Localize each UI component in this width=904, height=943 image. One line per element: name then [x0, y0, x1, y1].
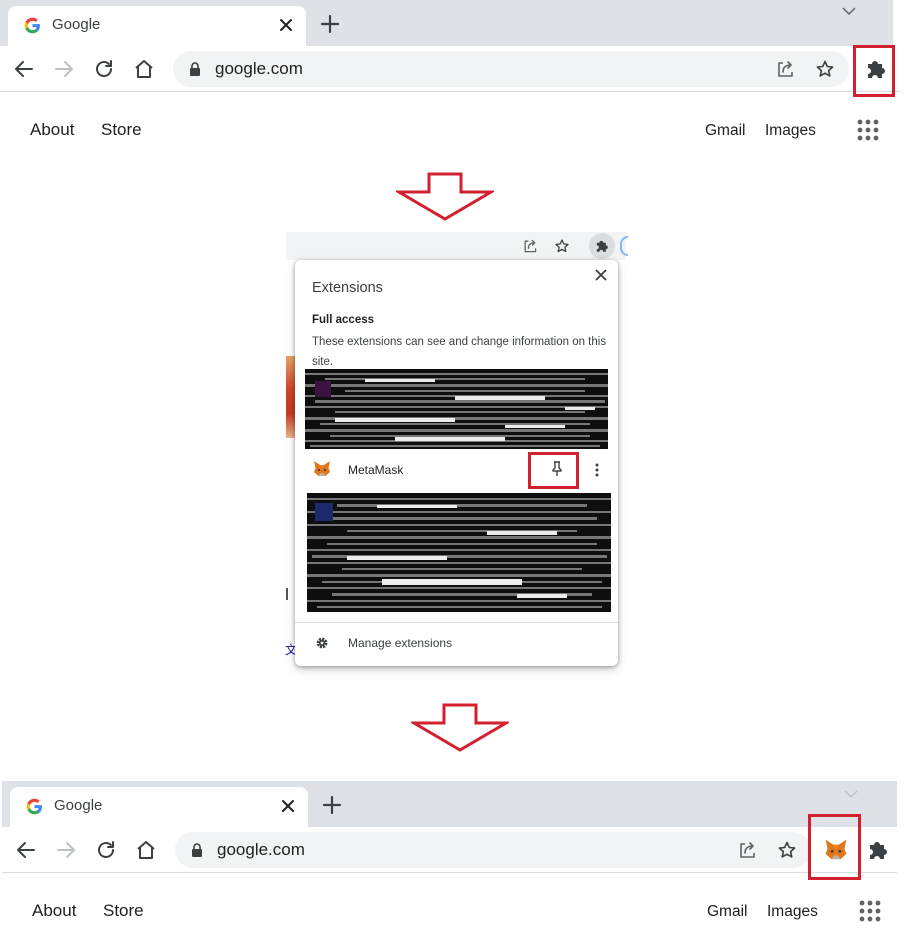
home-icon[interactable] [133, 58, 155, 80]
toolbar: google.com [2, 827, 897, 873]
about-link[interactable]: About [32, 901, 76, 921]
background-text-sliver [286, 588, 290, 600]
puzzle-icon[interactable] [864, 836, 892, 864]
bottom-browser-window: Google google.com About Store Gmail Imag… [2, 781, 902, 943]
url-text[interactable]: google.com [217, 840, 305, 860]
reload-icon[interactable] [95, 839, 117, 861]
puzzle-button-active [589, 233, 615, 259]
tab-google[interactable]: Google [10, 787, 308, 827]
share-icon[interactable] [775, 59, 795, 79]
close-icon[interactable] [595, 269, 607, 281]
store-link[interactable]: Store [101, 120, 142, 140]
gmail-link[interactable]: Gmail [707, 903, 747, 921]
metamask-highlight-box [808, 814, 861, 880]
images-link[interactable]: Images [767, 903, 818, 921]
gmail-link[interactable]: Gmail [705, 122, 745, 140]
lock-icon[interactable] [191, 843, 203, 857]
plus-icon[interactable] [320, 14, 340, 34]
star-icon [555, 239, 569, 253]
reload-icon[interactable] [93, 58, 115, 80]
omnibox[interactable]: google.com [175, 832, 811, 868]
top-browser-window: Google google.com About Store Gmail Imag… [0, 0, 900, 162]
apps-grid-icon[interactable] [857, 119, 879, 141]
tab-strip: Google [2, 781, 897, 827]
metamask-fox-icon [314, 461, 330, 476]
redacted-extensions-bottom [307, 493, 611, 612]
share-icon[interactable] [737, 840, 757, 860]
puzzle-icon [596, 240, 608, 252]
google-g-icon [24, 17, 40, 34]
star-icon[interactable] [815, 59, 835, 79]
tab-title: Google [54, 797, 103, 814]
about-link[interactable]: About [30, 120, 74, 140]
toolbar: google.com [0, 46, 900, 92]
share-icon [524, 239, 537, 253]
profile-avatar-partial [620, 236, 628, 256]
star-icon[interactable] [777, 840, 797, 860]
forward-arrow-icon[interactable] [55, 839, 77, 861]
home-icon[interactable] [135, 839, 157, 861]
popup-title: Extensions [312, 280, 383, 296]
pin-highlight-box [528, 452, 579, 489]
tab-strip: Google [0, 0, 893, 46]
back-arrow-icon[interactable] [13, 58, 35, 80]
gear-icon [316, 637, 328, 649]
google-homepage-header: About Store Gmail Images [0, 92, 900, 162]
popup-divider [295, 622, 618, 623]
close-icon[interactable] [278, 796, 298, 816]
background-image-sliver [286, 356, 295, 438]
redacted-extensions-top [305, 369, 608, 449]
chevron-down-icon[interactable] [840, 4, 858, 18]
toolbar-snippet [286, 232, 628, 260]
down-arrow-icon [411, 703, 509, 752]
full-access-description: These extensions can see and change info… [312, 336, 607, 368]
omnibox[interactable]: google.com [173, 51, 849, 87]
forward-arrow-icon[interactable] [53, 58, 75, 80]
apps-grid-icon[interactable] [859, 900, 881, 922]
plus-icon[interactable] [322, 795, 342, 815]
manage-extensions-row[interactable]: Manage extensions [295, 628, 618, 660]
tab-google[interactable]: Google [8, 6, 306, 46]
close-icon[interactable] [276, 15, 296, 35]
tab-title: Google [52, 16, 101, 33]
full-access-heading: Full access [312, 314, 375, 326]
store-link[interactable]: Store [103, 901, 144, 921]
metamask-label: MetaMask [348, 463, 404, 477]
google-g-icon [26, 798, 42, 815]
manage-extensions-label: Manage extensions [348, 636, 453, 650]
images-link[interactable]: Images [765, 122, 816, 140]
chevron-down-icon[interactable] [842, 787, 860, 801]
back-arrow-icon[interactable] [15, 839, 37, 861]
puzzle-highlight-box [853, 45, 895, 97]
google-homepage-header: About Store Gmail Images [2, 873, 902, 943]
lock-icon[interactable] [189, 62, 201, 76]
url-text[interactable]: google.com [215, 59, 303, 79]
down-arrow-icon [396, 172, 494, 221]
kebab-icon[interactable] [593, 462, 601, 478]
